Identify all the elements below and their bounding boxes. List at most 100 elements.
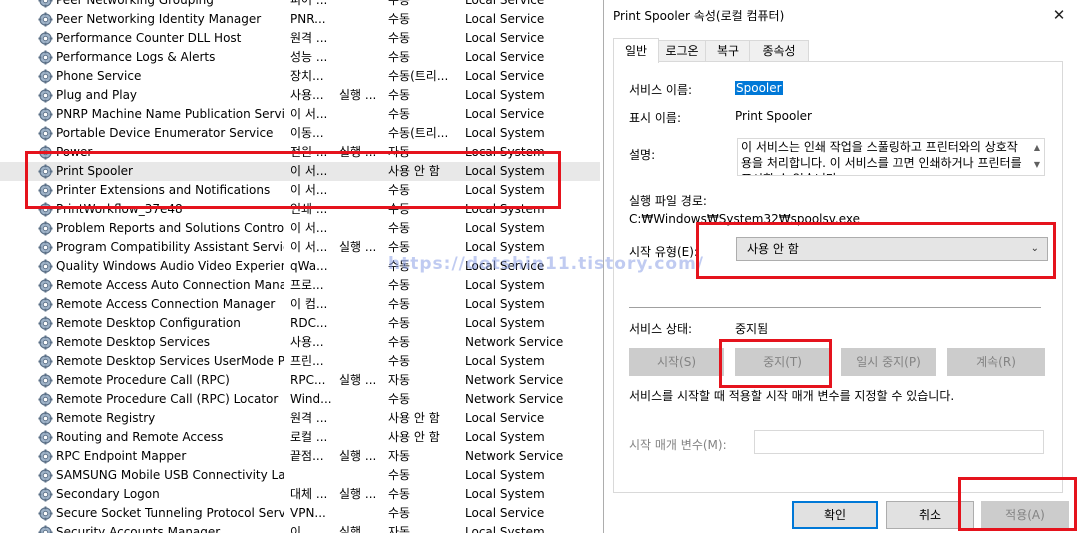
service-description: qWa... [290,259,328,273]
service-row[interactable]: Peer Networking Identity Manager PNR... 수동… [0,10,600,29]
display-name-label: 표시 이름: [629,111,682,125]
service-row[interactable]: PrintWorkflow_37e48 인쇄 ... 수동 Local System [0,200,600,219]
service-name: Performance Counter DLL Host [56,31,242,45]
gear-icon [38,164,53,179]
service-logon-as: Local Service [465,12,545,26]
service-description: 대체 ... [290,487,328,501]
service-description: 로컬 ... [290,430,328,444]
service-name: Remote Desktop Services UserMode Por... [56,354,284,368]
service-row[interactable]: Print Spooler 이 서... 사용 안 함 Local System [0,162,600,181]
service-row[interactable]: Problem Reports and Solutions Control ..… [0,219,600,238]
service-row[interactable]: Remote Access Connection Manager 이 컴... 수동… [0,295,600,314]
service-row[interactable]: Remote Desktop Services UserMode Por... 프… [0,352,600,371]
pause-button[interactable]: 일시 중지(P) [841,348,936,376]
service-name: Remote Procedure Call (RPC) Locator [56,392,279,406]
scroll-up-icon[interactable]: ▲ [1030,139,1044,156]
service-name: Portable Device Enumerator Service [56,126,274,140]
service-description: RPC... [290,373,326,387]
service-row[interactable]: Remote Registry 원격 ... 사용 안 함 Local Service [0,409,600,428]
start-params-input[interactable] [754,430,1044,454]
cancel-button[interactable]: 취소 [886,501,974,529]
gear-icon [38,107,53,122]
service-description: 장치... [290,69,324,83]
service-row[interactable]: Printer Extensions and Notifications 이 서.… [0,181,600,200]
service-startup-type: 수동 [388,0,411,7]
service-startup-type: 수동 [388,297,411,311]
service-description: 이 서... [290,107,328,121]
service-row[interactable]: Performance Logs & Alerts 성능 ... 수동 Local S… [0,48,600,67]
apply-button[interactable]: 적용(A) [981,501,1069,529]
service-logon-as: Local Service [465,107,545,121]
service-startup-type: 수동 [388,88,411,102]
resume-button[interactable]: 계속(R) [947,348,1045,376]
service-name-value[interactable]: Spooler [735,81,783,95]
service-logon-as: Local System [465,430,545,444]
service-row[interactable]: Routing and Remote Access 로컬 ... 사용 안 함 Loc… [0,428,600,447]
gear-icon [38,259,53,274]
scroll-down-icon[interactable]: ▼ [1030,156,1044,173]
service-status: 실행 ... [339,487,377,501]
description-box[interactable]: 이 서비스는 인쇄 작업을 스풀링하고 프린터와의 상호작용을 처리합니다. 이… [737,138,1045,176]
service-name: Secondary Logon [56,487,160,501]
service-description: RDC... [290,316,328,330]
gear-icon [38,335,53,350]
service-description: 끝점... [290,449,324,463]
startup-type-select[interactable]: 사용 안 함 ⌄ [736,237,1048,261]
service-row[interactable]: Portable Device Enumerator Service 이동... 수… [0,124,600,143]
gear-icon [38,0,53,8]
service-logon-as: Local System [465,468,545,482]
description-scrollbar[interactable]: ▲ ▼ [1030,139,1044,175]
service-status: 실행 ... [339,373,377,387]
service-name: Performance Logs & Alerts [56,50,216,64]
start-button[interactable]: 시작(S) [629,348,724,376]
service-description: 전원 ... [290,145,328,159]
ok-button[interactable]: 확인 [792,501,878,529]
tab-general[interactable]: 일반 [613,38,659,63]
service-name: Remote Access Connection Manager [56,297,276,311]
service-startup-type: 수동 [388,506,411,520]
service-name: Security Accounts Manager [56,525,221,533]
tab-dependencies[interactable]: 종속성 [749,40,809,62]
service-row[interactable]: Remote Procedure Call (RPC) Locator Wind.… [0,390,600,409]
service-row[interactable]: Remote Desktop Configuration RDC... 수동 Loca… [0,314,600,333]
stop-button[interactable]: 중지(T) [735,348,830,376]
service-row[interactable]: Secondary Logon 대체 ... 실행 ... 수동 Local Syste… [0,485,600,504]
service-row[interactable]: Remote Procedure Call (RPC) RPC... 실행 ... 자… [0,371,600,390]
gear-icon [38,487,53,502]
service-row[interactable]: Phone Service 장치... 수동(트리... Local Service [0,67,600,86]
service-row[interactable]: PNRP Machine Name Publication Service 이 서… [0,105,600,124]
service-logon-as: Local Service [465,506,545,520]
service-startup-type: 수동 [388,278,411,292]
service-logon-as: Local Service [465,69,545,83]
gear-icon [38,126,53,141]
service-name: Remote Desktop Configuration [56,316,241,330]
service-name: Routing and Remote Access [56,430,224,444]
service-name: Remote Access Auto Connection Mana... [56,278,284,292]
service-row[interactable]: Remote Access Auto Connection Mana... 프로.… [0,276,600,295]
service-row[interactable]: SAMSUNG Mobile USB Connectivity La... 수동 L… [0,466,600,485]
service-description: 이 ... [290,525,317,533]
service-row[interactable]: Remote Desktop Services 사용... 수동 Network Se… [0,333,600,352]
service-startup-type: 수동(트리... [388,69,449,83]
service-row[interactable]: Peer Networking Grouping 피어 ... 수동 Local Se… [0,0,600,10]
service-startup-type: 수동 [388,392,411,406]
service-row[interactable]: Power 전원 ... 실행 ... 자동 Local System [0,143,600,162]
service-row[interactable]: Performance Counter DLL Host 원격 ... 수동 Loca… [0,29,600,48]
service-startup-type: 수동 [388,107,411,121]
divider [629,307,1041,308]
gear-icon [38,316,53,331]
close-icon[interactable]: ✕ [1044,1,1074,29]
service-row[interactable]: Secure Socket Tunneling Protocol Service… [0,504,600,523]
service-row[interactable]: Plug and Play 사용... 실행 ... 수동 Local System [0,86,600,105]
service-logon-as: Network Service [465,449,564,463]
service-row[interactable]: RPC Endpoint Mapper 끝점... 실행 ... 자동 Network … [0,447,600,466]
service-description: 이 서... [290,164,328,178]
service-startup-type: 수동 [388,335,411,349]
service-logon-as: Network Service [465,373,564,387]
tab-recovery[interactable]: 복구 [705,40,751,62]
service-name: RPC Endpoint Mapper [56,449,187,463]
gear-icon [38,297,53,312]
service-description: 인쇄 ... [290,202,328,216]
tab-logon[interactable]: 로그온 [657,40,707,62]
service-row[interactable]: Security Accounts Manager 이 ... 실행 ... 자동 Lo… [0,523,600,533]
